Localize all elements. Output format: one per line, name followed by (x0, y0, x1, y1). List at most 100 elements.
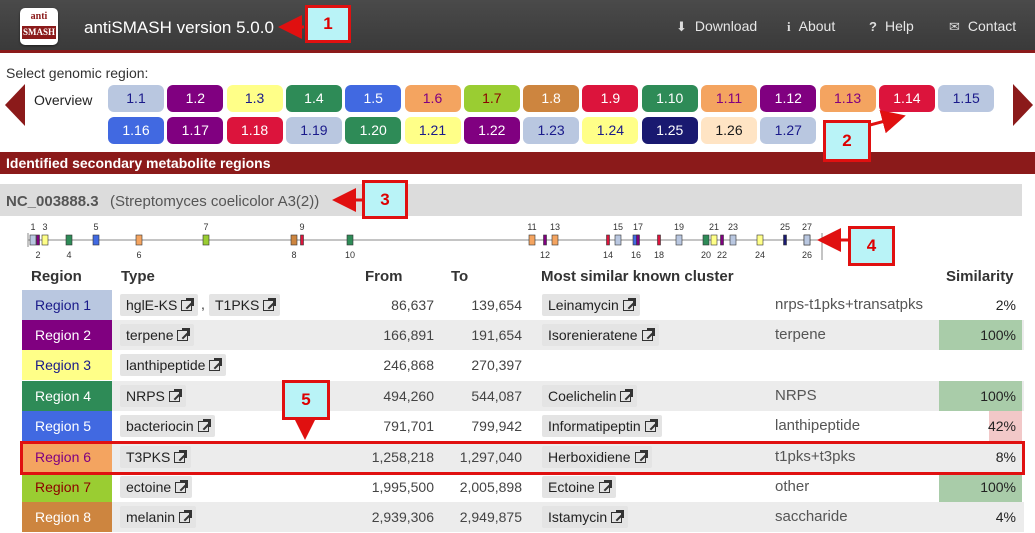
genome-region-marker[interactable] (346, 234, 354, 246)
table-row[interactable]: Region 3 lanthipeptide 246,868 270,397 (22, 350, 1024, 380)
region-button[interactable]: 1.25 (641, 117, 698, 144)
region-button[interactable]: 1.14 (878, 85, 935, 112)
genome-region-marker[interactable] (36, 234, 40, 246)
record-organism: (Streptomyces coelicolor A3(2)) (110, 193, 320, 210)
type-tag[interactable]: ectoine (120, 476, 193, 498)
type-tag[interactable]: T1PKS (209, 294, 281, 316)
genome-region-number: 27 (802, 222, 812, 232)
region-button[interactable]: 1.17 (167, 117, 224, 144)
external-link-icon (175, 480, 189, 493)
type-tag[interactable]: melanin (120, 506, 197, 528)
type-tag[interactable]: lanthipeptide (120, 354, 227, 376)
region-button[interactable]: 1.19 (285, 117, 342, 144)
type-tag[interactable]: terpene (120, 324, 195, 346)
genome-region-marker[interactable] (41, 234, 49, 246)
logo-text-top: anti (30, 11, 48, 22)
region-button[interactable]: 1.13 (819, 85, 876, 112)
genome-region-number: 10 (345, 250, 355, 260)
table-row[interactable]: Region 4 NRPS 494,260 544,087 Coelichelin NRP… (22, 381, 1024, 411)
genome-region-marker[interactable] (675, 234, 683, 246)
region-button[interactable]: 1.23 (523, 117, 580, 144)
genome-region-marker[interactable] (606, 234, 610, 246)
region-button[interactable]: 1.1 (108, 85, 164, 112)
type-tag[interactable]: NRPS (120, 385, 186, 407)
genome-region-marker[interactable] (702, 234, 710, 246)
genome-region-marker[interactable] (543, 234, 547, 246)
region-cell[interactable]: Region 1 (22, 290, 112, 320)
genome-region-number: 24 (755, 250, 765, 260)
region-button[interactable]: 1.22 (463, 117, 520, 144)
known-cluster-link[interactable]: Coelichelin (542, 385, 638, 407)
known-cluster-link[interactable]: Ectoine (542, 476, 616, 498)
region-cell[interactable]: Region 4 (22, 381, 112, 411)
genome-region-marker[interactable] (528, 234, 536, 246)
region-button[interactable]: 1.27 (760, 117, 817, 144)
region-button[interactable]: 1.8 (523, 85, 580, 112)
genome-region-marker[interactable] (756, 234, 764, 246)
genome-region-marker[interactable] (783, 234, 787, 246)
region-cell[interactable]: Region 3 (22, 350, 112, 380)
genome-region-marker[interactable] (202, 234, 210, 246)
type-tag[interactable]: hglE-KS (120, 294, 199, 316)
genome-region-marker[interactable] (300, 234, 304, 246)
nav-help[interactable]: ? Help (869, 18, 914, 34)
genome-region-marker[interactable] (636, 234, 640, 246)
table-row[interactable]: Region 2 terpene 166,891 191,654 Isorenierat… (22, 320, 1024, 350)
genome-region-marker[interactable] (65, 234, 73, 246)
known-cluster-link[interactable]: Informatipeptin (542, 415, 662, 437)
nav-download[interactable]: ⬇ Download (676, 18, 757, 35)
table-row[interactable]: Region 7 ectoine 1,995,500 2,005,898 Ectoine… (22, 472, 1024, 502)
nav-contact[interactable]: ✉ Contact (949, 18, 1016, 35)
genome-region-number: 12 (540, 250, 550, 260)
genome-region-marker[interactable] (720, 234, 724, 246)
region-button[interactable]: 1.3 (226, 85, 283, 112)
genome-region-marker[interactable] (29, 234, 37, 246)
previous-region-arrow-icon[interactable] (5, 84, 27, 126)
region-cell[interactable]: Region 7 (22, 472, 112, 502)
known-cluster-link[interactable]: Istamycin (542, 506, 629, 528)
genome-region-marker[interactable] (729, 234, 737, 246)
region-button[interactable]: 1.2 (167, 85, 224, 112)
region-button[interactable]: 1.9 (582, 85, 639, 112)
region-button[interactable]: 1.16 (108, 117, 164, 144)
genome-region-marker[interactable] (803, 234, 811, 246)
region-button[interactable]: 1.18 (226, 117, 283, 144)
region-cell[interactable]: Region 5 (22, 411, 112, 441)
type-tag-label: NRPS (126, 388, 165, 404)
region-button[interactable]: 1.10 (641, 85, 698, 112)
similarity-cell: 42% (939, 411, 1022, 441)
region-button[interactable]: 1.11 (701, 85, 757, 112)
region-button[interactable]: 1.24 (582, 117, 639, 144)
region-cell[interactable]: Region 8 (22, 502, 112, 532)
region-button[interactable]: 1.21 (404, 117, 461, 144)
known-cluster-link[interactable]: Leinamycin (542, 294, 640, 316)
genome-region-marker[interactable] (135, 234, 143, 246)
region-button[interactable]: 1.7 (463, 85, 520, 112)
region-button[interactable]: 1.15 (938, 85, 995, 112)
table-row[interactable]: Region 1 hglE-KS, T1PKS 86,637 139,654 Leinam… (22, 290, 1024, 320)
region-button[interactable]: 1.5 (345, 85, 402, 112)
help-icon: ? (869, 19, 877, 34)
genome-region-marker[interactable] (710, 234, 718, 246)
region-button[interactable]: 1.6 (404, 85, 461, 112)
known-cluster-link[interactable]: Isorenieratene (542, 324, 659, 346)
nav-about[interactable]: i About (787, 18, 835, 35)
region-button[interactable]: 1.20 (345, 117, 402, 144)
genome-region-marker[interactable] (290, 234, 298, 246)
genome-region-marker[interactable] (614, 234, 622, 246)
region-button[interactable]: 1.4 (285, 85, 342, 112)
type-tag[interactable]: bacteriocin (120, 415, 215, 437)
table-row[interactable]: Region 8 melanin 2,939,306 2,949,875 Istamyc… (22, 502, 1024, 532)
nav-help-label: Help (884, 18, 914, 34)
external-link-icon (209, 358, 223, 371)
region-cell[interactable]: Region 2 (22, 320, 112, 350)
next-region-arrow-icon[interactable] (1011, 84, 1033, 126)
table-row[interactable]: Region 5 bacteriocin 791,701 799,942 Informa… (22, 411, 1024, 441)
region-button[interactable]: 1.26 (701, 117, 757, 144)
genome-region-marker[interactable] (92, 234, 100, 246)
genome-region-marker[interactable] (551, 234, 559, 246)
overview-link[interactable]: Overview (34, 92, 92, 108)
region-button[interactable]: 1.12 (760, 85, 817, 112)
genome-region-marker[interactable] (657, 234, 661, 246)
antismash-logo[interactable]: anti SMASH (20, 8, 58, 45)
